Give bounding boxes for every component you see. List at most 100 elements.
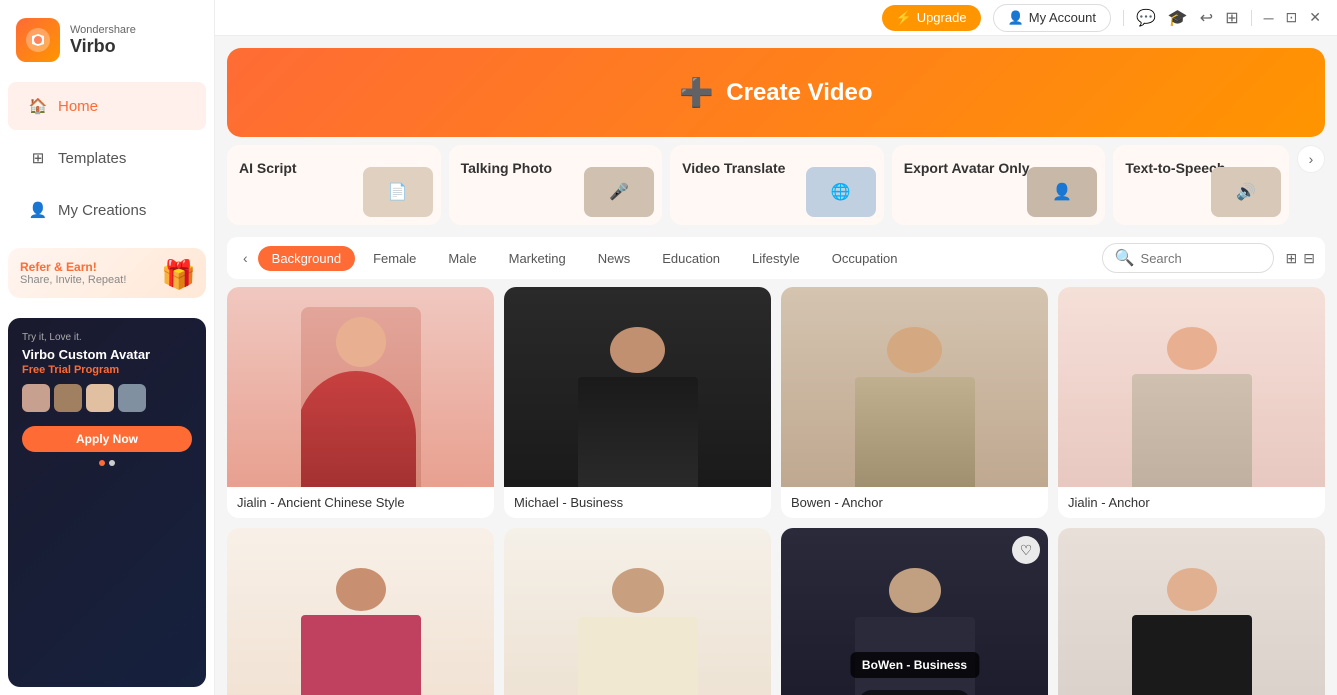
video-translate-img: 🌐 bbox=[806, 167, 876, 217]
avatar-img-jialin-ancient bbox=[227, 287, 494, 487]
search-icon: 🔍 bbox=[1115, 248, 1135, 268]
filter-tag-occupation[interactable]: Occupation bbox=[818, 246, 912, 271]
avatar-name-jialin-ancient: Jialin - Ancient Chinese Style bbox=[227, 487, 494, 518]
account-button[interactable]: 👤 My Account bbox=[993, 4, 1111, 32]
filter-tag-lifestyle[interactable]: Lifestyle bbox=[738, 246, 814, 271]
avatar-promo-face bbox=[118, 384, 146, 412]
create-video-banner[interactable]: ➕ Create Video bbox=[227, 48, 1325, 137]
create-video-icon: ➕ bbox=[679, 76, 714, 109]
titlebar-separator2 bbox=[1251, 10, 1252, 26]
avatar-card-amara-traditional[interactable]: Amara - Traditional bbox=[227, 528, 494, 695]
talking-photo-img: 🎤 bbox=[584, 167, 654, 217]
filter-tag-background[interactable]: Background bbox=[258, 246, 355, 271]
avatar-img-bowen-anchor bbox=[781, 287, 1048, 487]
features-next-button[interactable]: › bbox=[1297, 145, 1325, 173]
sidebar-item-templates-label: Templates bbox=[58, 150, 126, 167]
sidebar-item-home[interactable]: 🏠 Home bbox=[8, 82, 206, 130]
avatar-promo-faces bbox=[22, 384, 192, 412]
filter-tag-news[interactable]: News bbox=[584, 246, 645, 271]
avatar-img-arjun-cultural bbox=[504, 528, 771, 695]
view-icon-2[interactable]: ⊟ bbox=[1303, 250, 1315, 267]
upgrade-button[interactable]: ⚡ Upgrade bbox=[882, 5, 981, 31]
avatar-name-bowen-anchor: Bowen - Anchor bbox=[781, 487, 1048, 518]
sidebar-item-my-creations[interactable]: 👤 My Creations bbox=[8, 186, 206, 234]
avatar-img-jialin-anchor bbox=[1058, 287, 1325, 487]
avatar-img-michael-business bbox=[504, 287, 771, 487]
upgrade-icon: ⚡ bbox=[896, 10, 912, 26]
creations-icon: 👤 bbox=[28, 200, 48, 220]
avatar-card-bowen-business[interactable]: ♡ BoWen - Business + Create Video BoWen … bbox=[781, 528, 1048, 695]
gift-icon: 🎁 bbox=[161, 258, 196, 291]
app-logo-icon bbox=[16, 18, 60, 62]
logo-product: Virbo bbox=[70, 36, 136, 57]
feature-card-talking-photo[interactable]: Talking Photo 🎤 bbox=[449, 145, 663, 225]
filter-tag-education[interactable]: Education bbox=[648, 246, 734, 271]
account-icon: 👤 bbox=[1008, 10, 1024, 26]
logo-text: Wondershare Virbo bbox=[70, 24, 136, 57]
avatar-promo-title: Virbo Custom Avatar bbox=[22, 347, 192, 362]
export-avatar-img: 👤 bbox=[1027, 167, 1097, 217]
avatar-create-video-button[interactable]: + Create Video bbox=[858, 690, 971, 695]
filter-tag-female[interactable]: Female bbox=[359, 246, 430, 271]
avatar-promo-face bbox=[22, 384, 50, 412]
logo-area: Wondershare Virbo bbox=[0, 0, 214, 80]
avatar-heart-bowen-business[interactable]: ♡ bbox=[1012, 536, 1040, 564]
avatar-card-chloe-sales[interactable]: Chloe-Sales bbox=[1058, 528, 1325, 695]
filter-back-button[interactable]: ‹ bbox=[237, 246, 254, 270]
sidebar-item-home-label: Home bbox=[58, 98, 98, 115]
feature-card-text-to-speech[interactable]: Text-to-Speech 🔊 bbox=[1113, 145, 1289, 225]
avatar-promo-face bbox=[86, 384, 114, 412]
avatar-img-chloe-sales bbox=[1058, 528, 1325, 695]
text-to-speech-img: 🔊 bbox=[1211, 167, 1281, 217]
filter-search: 🔍 bbox=[1102, 243, 1274, 273]
feature-cards: AI Script 📄 Talking Photo 🎤 Video Transl… bbox=[227, 145, 1325, 225]
history-icon[interactable]: ↩ bbox=[1200, 8, 1213, 28]
avatar-promo-subtitle: Free Trial Program bbox=[22, 364, 192, 376]
avatar-name-jialin-anchor: Jialin - Anchor bbox=[1058, 487, 1325, 518]
filter-view-icons: ⊞ ⊟ bbox=[1286, 250, 1315, 267]
avatar-grid: Jialin - Ancient Chinese Style Michael -… bbox=[227, 287, 1325, 695]
filter-tag-marketing[interactable]: Marketing bbox=[495, 246, 580, 271]
create-video-label: Create Video bbox=[726, 79, 872, 107]
account-label: My Account bbox=[1029, 10, 1096, 25]
apply-now-button[interactable]: Apply Now bbox=[22, 426, 192, 452]
sidebar-item-creations-label: My Creations bbox=[58, 202, 146, 219]
feature-card-video-translate[interactable]: Video Translate 🌐 bbox=[670, 145, 884, 225]
sidebar: Wondershare Virbo 🏠 Home ⊞ Templates 👤 M… bbox=[0, 0, 215, 695]
education-icon[interactable]: 🎓 bbox=[1168, 8, 1188, 28]
avatar-card-michael-business[interactable]: Michael - Business bbox=[504, 287, 771, 518]
refer-promo-banner[interactable]: Refer & Earn! Share, Invite, Repeat! 🎁 bbox=[8, 248, 206, 298]
avatar-card-jialin-anchor[interactable]: Jialin - Anchor bbox=[1058, 287, 1325, 518]
content-area: ➕ Create Video AI Script 📄 Talking Photo… bbox=[215, 36, 1337, 695]
titlebar-icons: 💬 🎓 ↩ ⊞ bbox=[1136, 8, 1239, 28]
chat-icon[interactable]: 💬 bbox=[1136, 8, 1156, 28]
ai-script-img: 📄 bbox=[363, 167, 433, 217]
view-icon-1[interactable]: ⊞ bbox=[1286, 250, 1298, 267]
titlebar: ⚡ Upgrade 👤 My Account 💬 🎓 ↩ ⊞ ─ ⊡ ✕ bbox=[215, 0, 1337, 36]
sidebar-item-templates[interactable]: ⊞ Templates bbox=[8, 134, 206, 182]
avatar-promo-banner: Try it, Love it. Virbo Custom Avatar Fre… bbox=[8, 318, 206, 687]
avatar-card-jialin-ancient[interactable]: Jialin - Ancient Chinese Style bbox=[227, 287, 494, 518]
grid-icon[interactable]: ⊞ bbox=[1225, 8, 1238, 28]
home-icon: 🏠 bbox=[28, 96, 48, 116]
avatar-img-amara-traditional bbox=[227, 528, 494, 695]
feature-card-export-avatar[interactable]: Export Avatar Only 👤 bbox=[892, 145, 1106, 225]
restore-button[interactable]: ⊡ bbox=[1286, 9, 1298, 26]
search-input[interactable] bbox=[1141, 251, 1261, 266]
titlebar-separator bbox=[1123, 10, 1124, 26]
avatar-card-arjun-cultural[interactable]: Arjun - Cultural Ambassador bbox=[504, 528, 771, 695]
avatar-name-michael-business: Michael - Business bbox=[504, 487, 771, 518]
filter-tag-male[interactable]: Male bbox=[434, 246, 490, 271]
close-button[interactable]: ✕ bbox=[1309, 9, 1321, 26]
filter-bar: ‹ Background Female Male Marketing News … bbox=[227, 237, 1325, 279]
main-content: ⚡ Upgrade 👤 My Account 💬 🎓 ↩ ⊞ ─ ⊡ ✕ ➕ C… bbox=[215, 0, 1337, 695]
dot-2 bbox=[109, 460, 115, 466]
logo-brand: Wondershare bbox=[70, 24, 136, 36]
avatar-tooltip-bowen-business: BoWen - Business bbox=[850, 652, 979, 678]
promo-dots bbox=[22, 460, 192, 466]
avatar-card-bowen-anchor[interactable]: Bowen - Anchor bbox=[781, 287, 1048, 518]
dot-1 bbox=[99, 460, 105, 466]
feature-card-ai-script[interactable]: AI Script 📄 bbox=[227, 145, 441, 225]
avatar-promo-face bbox=[54, 384, 82, 412]
minimize-button[interactable]: ─ bbox=[1264, 10, 1274, 26]
